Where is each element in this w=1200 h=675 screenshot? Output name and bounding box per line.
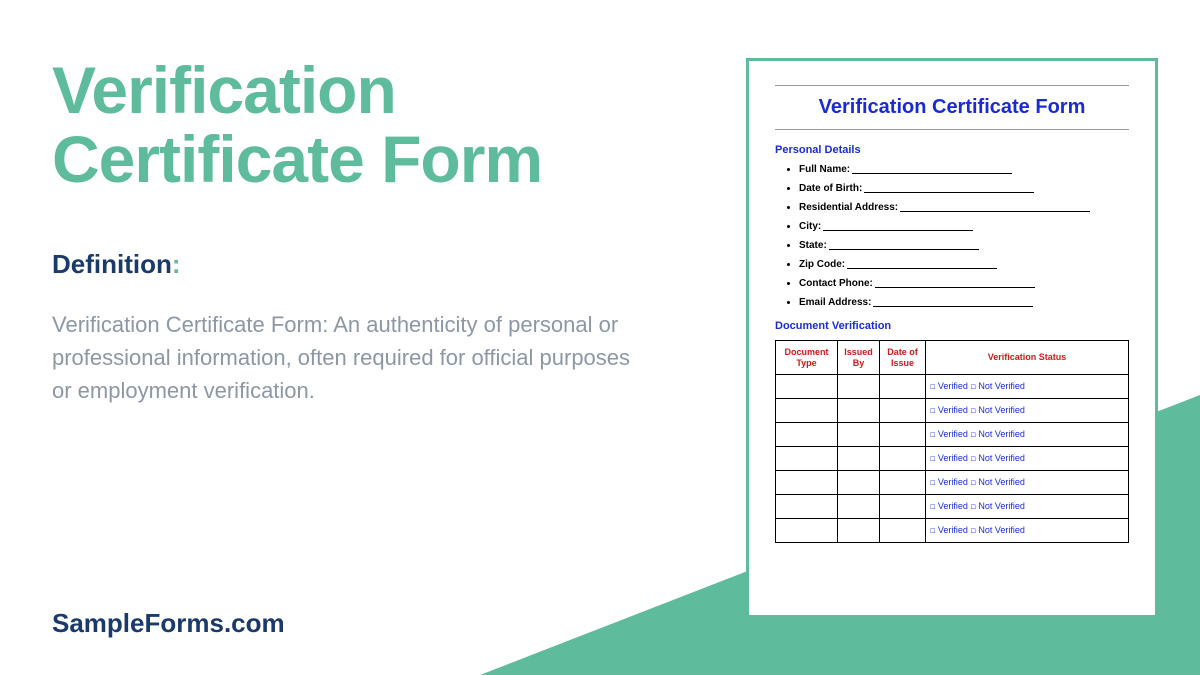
verification-status-options: ☐ Verified ☐ Not Verified — [930, 477, 1025, 487]
cell-verification-status: ☐ Verified ☐ Not Verified — [926, 519, 1129, 543]
field-phone: Contact Phone: — [799, 278, 1129, 289]
field-email: Email Address: — [799, 297, 1129, 308]
table-row: ☐ Verified ☐ Not Verified — [776, 519, 1129, 543]
cell-empty — [838, 423, 880, 447]
cell-empty — [776, 375, 838, 399]
cell-empty — [838, 447, 880, 471]
definition-label: Definition — [52, 249, 172, 279]
verification-status-options: ☐ Verified ☐ Not Verified — [930, 405, 1025, 415]
cell-verification-status: ☐ Verified ☐ Not Verified — [926, 495, 1129, 519]
table-row: ☐ Verified ☐ Not Verified — [776, 495, 1129, 519]
cell-empty — [776, 447, 838, 471]
table-row: ☐ Verified ☐ Not Verified — [776, 399, 1129, 423]
definition-colon: : — [172, 249, 181, 279]
th-verification-status: Verification Status — [926, 341, 1129, 375]
form-divider-bottom — [775, 129, 1129, 130]
verification-status-options: ☐ Verified ☐ Not Verified — [930, 453, 1025, 463]
field-dob: Date of Birth: — [799, 183, 1129, 194]
th-document-type: Document Type — [776, 341, 838, 375]
form-title: Verification Certificate Form — [775, 92, 1129, 123]
cell-empty — [838, 375, 880, 399]
cell-verification-status: ☐ Verified ☐ Not Verified — [926, 471, 1129, 495]
cell-empty — [776, 519, 838, 543]
verification-status-options: ☐ Verified ☐ Not Verified — [930, 381, 1025, 391]
cell-verification-status: ☐ Verified ☐ Not Verified — [926, 399, 1129, 423]
cell-empty — [838, 495, 880, 519]
cell-empty — [776, 399, 838, 423]
site-name: SampleForms.com — [52, 608, 285, 639]
cell-empty — [776, 471, 838, 495]
table-header-row: Document Type Issued By Date of Issue Ve… — [776, 341, 1129, 375]
document-verification-table: Document Type Issued By Date of Issue Ve… — [775, 340, 1129, 543]
table-row: ☐ Verified ☐ Not Verified — [776, 447, 1129, 471]
table-row: ☐ Verified ☐ Not Verified — [776, 375, 1129, 399]
cell-verification-status: ☐ Verified ☐ Not Verified — [926, 423, 1129, 447]
cell-empty — [880, 519, 926, 543]
definition-heading: Definition: — [52, 249, 632, 280]
definition-body: Verification Certificate Form: An authen… — [52, 308, 632, 407]
cell-empty — [880, 471, 926, 495]
field-state: State: — [799, 240, 1129, 251]
section-personal-details: Personal Details — [775, 144, 1129, 156]
left-panel: Verification Certificate Form Definition… — [52, 56, 632, 407]
verification-status-options: ☐ Verified ☐ Not Verified — [930, 525, 1025, 535]
th-issued-by: Issued By — [838, 341, 880, 375]
table-row: ☐ Verified ☐ Not Verified — [776, 471, 1129, 495]
section-document-verification: Document Verification — [775, 320, 1129, 332]
cell-empty — [880, 375, 926, 399]
verification-status-options: ☐ Verified ☐ Not Verified — [930, 501, 1025, 511]
form-divider-top — [775, 85, 1129, 86]
field-full-name: Full Name: — [799, 164, 1129, 175]
field-city: City: — [799, 221, 1129, 232]
field-zip: Zip Code: — [799, 259, 1129, 270]
table-row: ☐ Verified ☐ Not Verified — [776, 423, 1129, 447]
cell-empty — [838, 519, 880, 543]
cell-empty — [838, 471, 880, 495]
cell-empty — [880, 495, 926, 519]
cell-empty — [776, 423, 838, 447]
cell-empty — [776, 495, 838, 519]
page-title: Verification Certificate Form — [52, 56, 632, 195]
form-preview-card: Verification Certificate Form Personal D… — [746, 58, 1158, 618]
cell-empty — [880, 423, 926, 447]
cell-verification-status: ☐ Verified ☐ Not Verified — [926, 375, 1129, 399]
cell-empty — [880, 447, 926, 471]
personal-fields-list: Full Name: Date of Birth: Residential Ad… — [775, 164, 1129, 308]
th-date-of-issue: Date of Issue — [880, 341, 926, 375]
cell-empty — [838, 399, 880, 423]
cell-empty — [880, 399, 926, 423]
verification-status-options: ☐ Verified ☐ Not Verified — [930, 429, 1025, 439]
cell-verification-status: ☐ Verified ☐ Not Verified — [926, 447, 1129, 471]
field-address: Residential Address: — [799, 202, 1129, 213]
